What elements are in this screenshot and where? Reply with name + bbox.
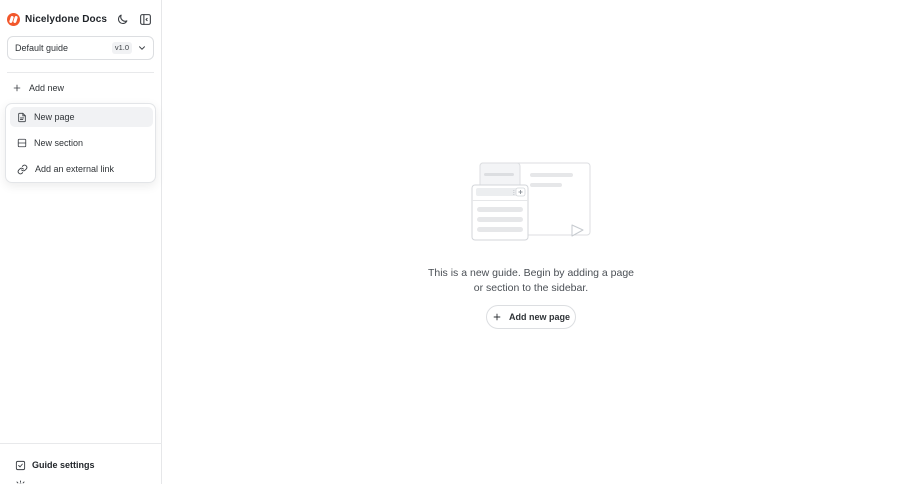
chevron-down-icon — [139, 46, 145, 50]
file-icon — [18, 112, 26, 122]
sidebar-collapse-icon — [139, 13, 151, 25]
menu-item-external-link[interactable]: Add an external link — [10, 159, 153, 179]
sidebar-bottom-divider — [0, 443, 162, 444]
section-icon — [17, 138, 27, 148]
sidebar-toggle-button[interactable] — [137, 11, 153, 27]
theme-toggle-button[interactable] — [114, 11, 130, 27]
menu-item-label: Add an external link — [35, 164, 115, 174]
gear-icon — [16, 479, 25, 484]
guide-selector[interactable]: Default guide v1.0 — [7, 36, 154, 60]
guide-settings-label: Guide settings — [32, 460, 95, 470]
sidebar: Nicelydone Docs Default guide v1.0 Add n… — [0, 0, 162, 484]
menu-item-new-section[interactable]: New section — [10, 133, 153, 153]
settings-icon — [15, 460, 26, 470]
empty-state-message: This is a new guide. Begin by adding a p… — [420, 266, 642, 296]
empty-state-line-1: This is a new guide. Begin by adding a p… — [427, 267, 635, 279]
moon-icon — [117, 14, 127, 24]
bottom-nav-item[interactable] — [15, 478, 32, 484]
plus-icon — [13, 84, 21, 92]
add-new-label: Add new — [29, 83, 65, 93]
link-icon — [17, 164, 28, 174]
menu-item-label: New section — [34, 138, 84, 148]
logo-icon — [7, 12, 20, 26]
empty-state-line-2: or section to the sidebar. — [473, 282, 589, 294]
brand[interactable]: Nicelydone Docs — [7, 11, 107, 27]
guide-selector-value: Default guide — [15, 43, 69, 53]
add-new-page-button[interactable]: Add new page — [486, 305, 576, 329]
add-new-button[interactable]: Add new — [12, 81, 64, 95]
sidebar-divider — [7, 72, 154, 73]
app-name: Nicelydone Docs — [25, 13, 108, 25]
guide-settings-button[interactable]: Guide settings — [15, 458, 95, 472]
empty-guide-illustration: ⋮ — [471, 162, 591, 241]
menu-item-new-page[interactable]: New page — [10, 107, 153, 127]
version-badge: v1.0 — [111, 42, 132, 54]
plus-icon — [493, 313, 501, 321]
menu-item-label: New page — [34, 112, 75, 122]
add-new-page-label: Add new page — [508, 312, 570, 322]
add-new-menu: New page New section Add an external lin… — [5, 103, 156, 183]
